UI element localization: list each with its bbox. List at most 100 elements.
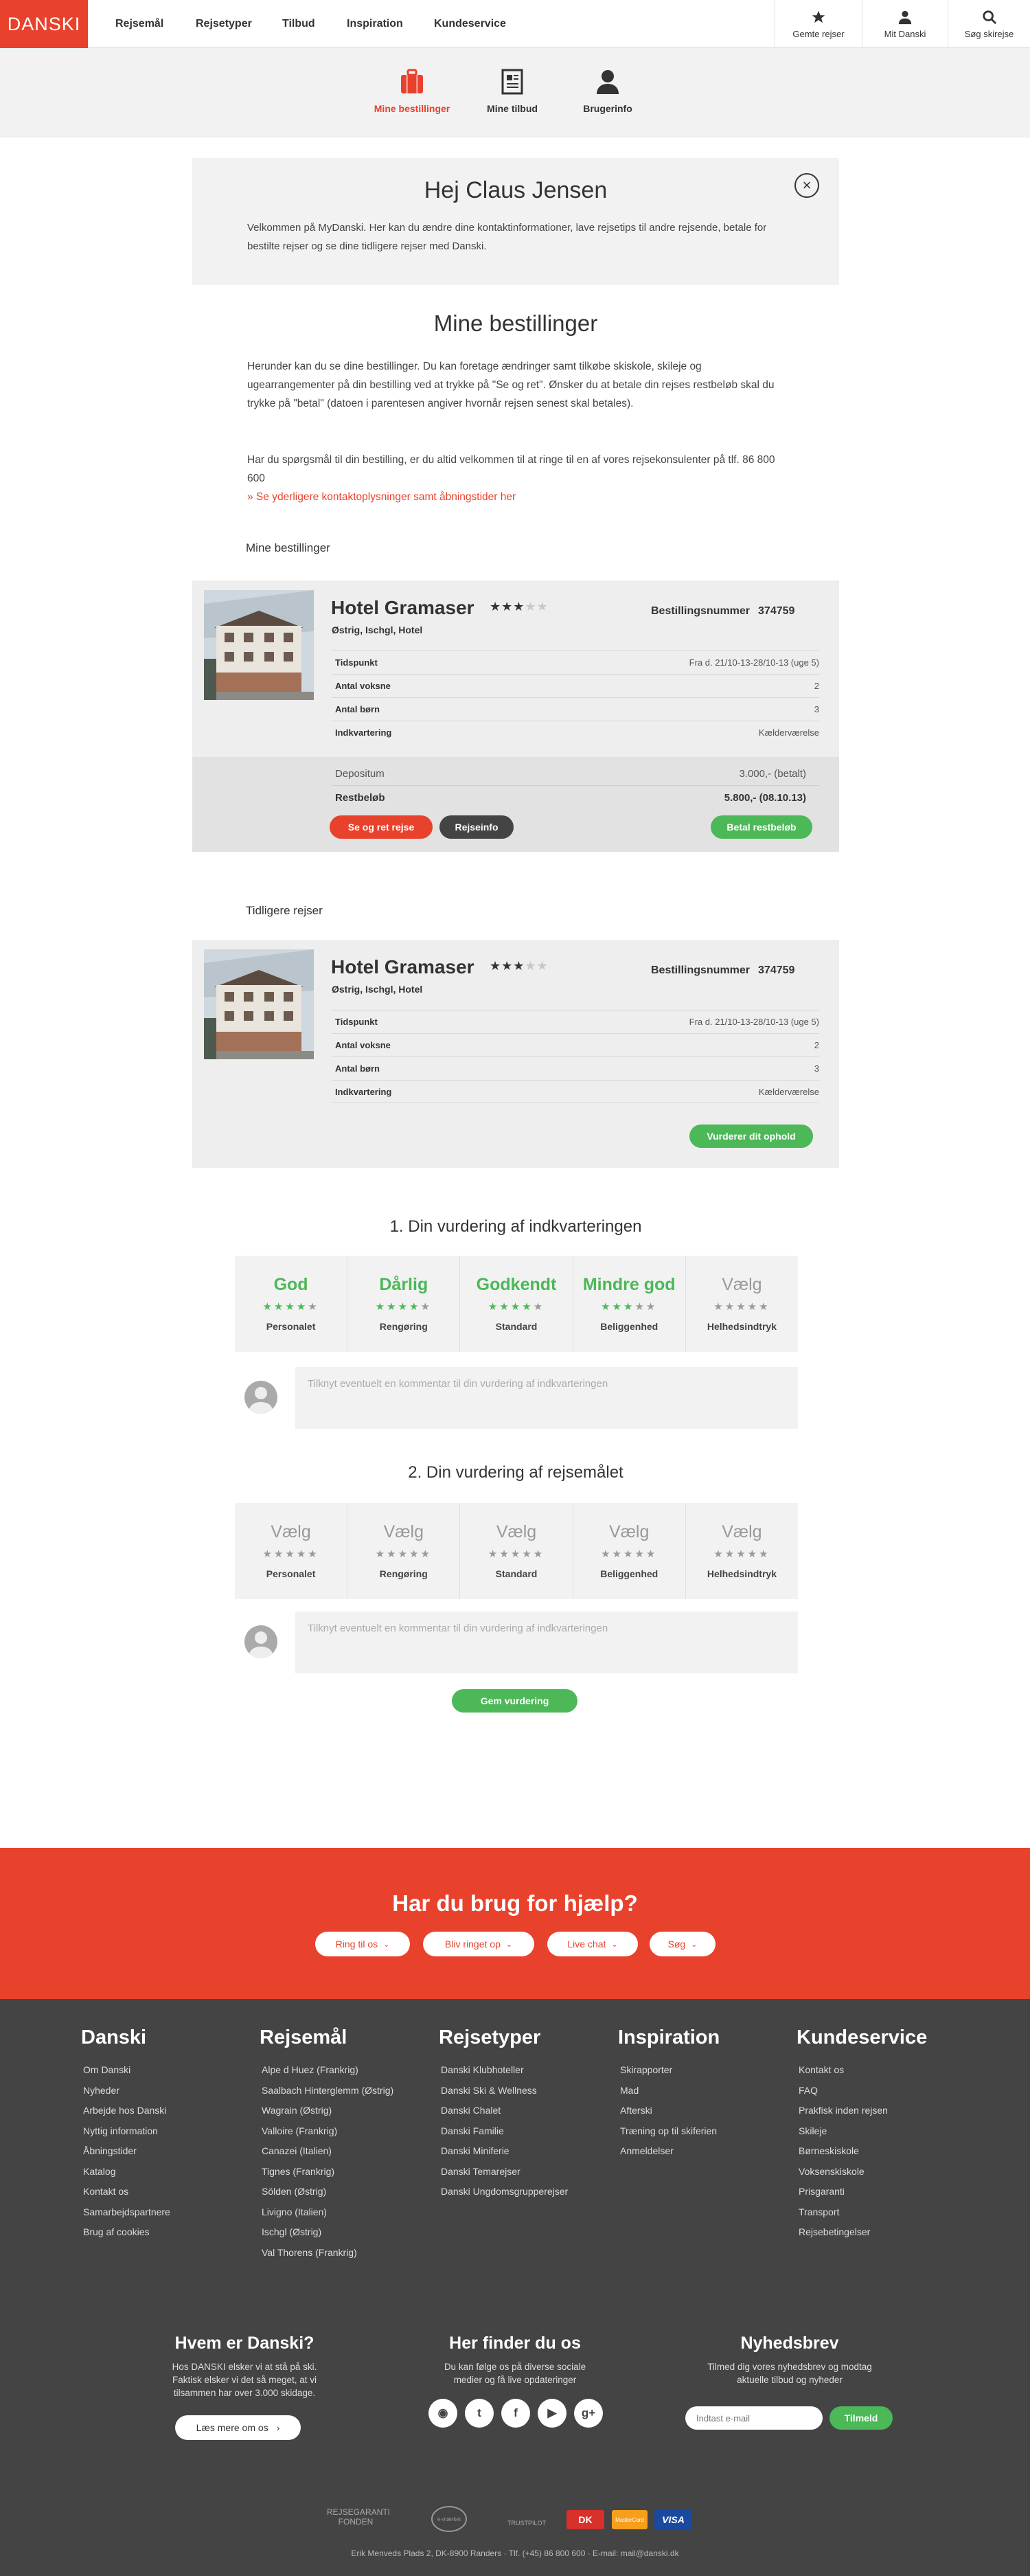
rating-value[interactable]: Vælg <box>496 1522 536 1542</box>
star-icon[interactable]: ★ <box>297 1301 308 1313</box>
footer-link[interactable]: Sölden (Østrig) <box>260 2186 431 2206</box>
footer-link[interactable]: Danski Ungdomsgrupperejser <box>439 2186 610 2206</box>
hotel-name[interactable]: Hotel Gramaser <box>331 956 474 978</box>
nav-kundeservice[interactable]: Kundeservice <box>434 0 506 48</box>
footer-link[interactable]: Transport <box>797 2206 968 2227</box>
rating-value[interactable]: Vælg <box>271 1522 310 1542</box>
star-icon[interactable]: ★ <box>274 1548 285 1560</box>
live-chat-button[interactable]: Live chat ⌄ <box>547 1932 638 1956</box>
footer-link[interactable]: Livigno (Italien) <box>260 2206 431 2227</box>
footer-link[interactable]: Træning op til skiferien <box>618 2125 790 2146</box>
footer-link[interactable]: Åbningstider <box>81 2145 253 2166</box>
star-icon[interactable]: ★ <box>488 1548 499 1560</box>
rating-stars[interactable]: ★★★★★ <box>713 1300 770 1313</box>
star-icon[interactable]: ★ <box>398 1301 409 1313</box>
rating-stars[interactable]: ★★★★★ <box>376 1548 432 1560</box>
star-icon[interactable]: ★ <box>601 1301 612 1313</box>
star-icon[interactable]: ★ <box>646 1301 657 1313</box>
twitter-icon[interactable]: t <box>465 2399 494 2428</box>
rating-cell[interactable]: Vælg ★★★★★ Personalet <box>235 1503 348 1599</box>
newsletter-email-input[interactable] <box>685 2406 823 2430</box>
star-icon[interactable]: ★ <box>262 1548 273 1560</box>
star-icon[interactable]: ★ <box>748 1301 759 1313</box>
star-icon[interactable]: ★ <box>409 1548 420 1560</box>
facebook-icon[interactable]: f <box>501 2399 530 2428</box>
tab-brugerinfo[interactable]: Brugerinfo <box>560 69 656 114</box>
search-help-button[interactable]: Søg ⌄ <box>650 1932 716 1956</box>
star-icon[interactable]: ★ <box>736 1548 747 1560</box>
saved-trips-button[interactable]: Gemte rejser <box>775 0 862 48</box>
rating-stars[interactable]: ★★★★★ <box>601 1300 657 1313</box>
nav-tilbud[interactable]: Tilbud <box>282 0 315 48</box>
footer-link[interactable]: Voksenskiskole <box>797 2166 968 2187</box>
star-icon[interactable]: ★ <box>409 1301 420 1313</box>
nav-rejsetyper[interactable]: Rejsetyper <box>196 0 252 48</box>
rating-stars[interactable]: ★★★★★ <box>601 1548 657 1560</box>
rating-value[interactable]: Dårlig <box>379 1275 428 1295</box>
save-rating-button[interactable]: Gem vurdering <box>452 1689 577 1713</box>
footer-link[interactable]: Valloire (Frankrig) <box>260 2125 431 2146</box>
rating-cell[interactable]: Vælg ★★★★★ Helhedsindtryk <box>686 1503 798 1599</box>
rating-value[interactable]: God <box>274 1275 308 1295</box>
nav-inspiration[interactable]: Inspiration <box>347 0 403 48</box>
star-icon[interactable]: ★ <box>759 1548 770 1560</box>
footer-link[interactable]: Kontakt os <box>797 2064 968 2085</box>
rating-cell[interactable]: Vælg ★★★★★ Beliggenhed <box>573 1503 686 1599</box>
star-icon[interactable]: ★ <box>713 1548 724 1560</box>
footer-link[interactable]: Skirapporter <box>618 2064 790 2085</box>
star-icon[interactable]: ★ <box>725 1301 736 1313</box>
footer-link[interactable]: Danski Klubhoteller <box>439 2064 610 2085</box>
star-icon[interactable]: ★ <box>376 1301 387 1313</box>
tab-mine-tilbud[interactable]: Mine tilbud <box>464 69 560 114</box>
search-trip-button[interactable]: Søg skirejse <box>948 0 1030 48</box>
rating-stars[interactable]: ★★★★★ <box>488 1300 545 1313</box>
star-icon[interactable]: ★ <box>488 1301 499 1313</box>
star-icon[interactable]: ★ <box>499 1548 510 1560</box>
rating-stars[interactable]: ★★★★★ <box>262 1300 319 1313</box>
footer-link[interactable]: Rejsebetingelser <box>797 2226 968 2247</box>
footer-link[interactable]: Om Danski <box>81 2064 253 2085</box>
footer-link[interactable]: Samarbejdspartnere <box>81 2206 253 2227</box>
nav-rejsemal[interactable]: Rejsemål <box>115 0 163 48</box>
footer-link[interactable]: Canazei (Italien) <box>260 2145 431 2166</box>
trip-info-button[interactable]: Rejseinfo <box>439 815 514 839</box>
rating-stars[interactable]: ★★★★★ <box>376 1300 432 1313</box>
star-icon[interactable]: ★ <box>274 1301 285 1313</box>
footer-link[interactable]: Mad <box>618 2085 790 2105</box>
footer-link[interactable]: Danski Miniferie <box>439 2145 610 2166</box>
star-icon[interactable]: ★ <box>623 1301 634 1313</box>
star-icon[interactable]: ★ <box>511 1548 522 1560</box>
star-icon[interactable]: ★ <box>297 1548 308 1560</box>
star-icon[interactable]: ★ <box>713 1301 724 1313</box>
pay-rest-button[interactable]: Betal restbeløb <box>711 815 812 839</box>
footer-link[interactable]: Saalbach Hinterglemm (Østrig) <box>260 2085 431 2105</box>
rss-icon[interactable]: ◉ <box>428 2399 457 2428</box>
footer-link[interactable]: Wagrain (Østrig) <box>260 2105 431 2125</box>
rating-cell[interactable]: Mindre god ★★★★★ Beliggenhed <box>573 1256 686 1352</box>
rating-cell[interactable]: God ★★★★★ Personalet <box>235 1256 348 1352</box>
rating-value[interactable]: Vælg <box>384 1522 424 1542</box>
footer-link[interactable]: Danski Ski & Wellness <box>439 2085 610 2105</box>
star-icon[interactable]: ★ <box>646 1548 657 1560</box>
star-icon[interactable]: ★ <box>308 1301 319 1313</box>
star-icon[interactable]: ★ <box>398 1548 409 1560</box>
star-icon[interactable]: ★ <box>759 1301 770 1313</box>
rating-cell[interactable]: Vælg ★★★★★ Helhedsindtryk <box>686 1256 798 1352</box>
danski-logo[interactable]: DANSKI <box>0 0 88 48</box>
star-icon[interactable]: ★ <box>534 1548 545 1560</box>
star-icon[interactable]: ★ <box>420 1301 431 1313</box>
footer-link[interactable]: Prakfisk inden rejsen <box>797 2105 968 2125</box>
footer-link[interactable]: Tignes (Frankrig) <box>260 2166 431 2187</box>
star-icon[interactable]: ★ <box>534 1301 545 1313</box>
footer-link[interactable]: Val Thorens (Frankrig) <box>260 2247 431 2268</box>
edit-trip-button[interactable]: Se og ret rejse <box>330 815 433 839</box>
contact-info-link[interactable]: » Se yderligere kontaktoplysninger samt … <box>247 488 783 506</box>
close-icon[interactable]: × <box>794 173 819 198</box>
hotel-image[interactable] <box>204 949 314 1059</box>
rating-value[interactable]: Vælg <box>609 1522 649 1542</box>
rate-stay-button[interactable]: Vurderer dit ophold <box>689 1125 813 1148</box>
rating-value[interactable]: Vælg <box>722 1275 762 1295</box>
star-icon[interactable]: ★ <box>308 1548 319 1560</box>
star-icon[interactable]: ★ <box>634 1301 645 1313</box>
rating-value[interactable]: Vælg <box>722 1522 762 1542</box>
